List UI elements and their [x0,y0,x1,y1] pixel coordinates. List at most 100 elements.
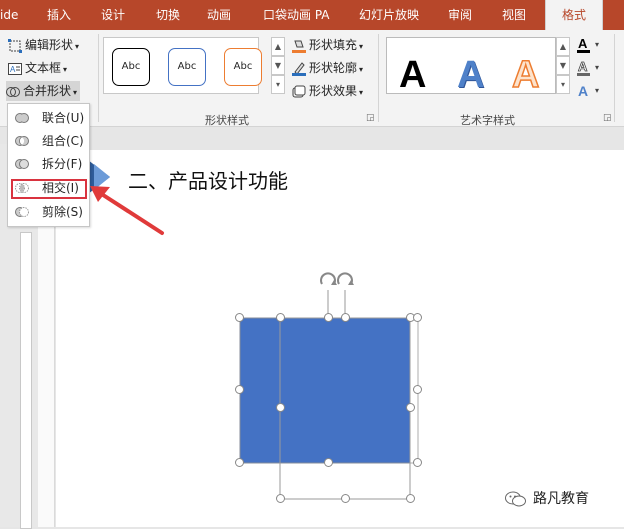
resize-handle[interactable] [406,494,415,503]
menu-item-fragment[interactable]: 拆分(F) [12,154,86,174]
tab-view[interactable]: 视图 [502,0,526,30]
chevron-down-icon: ▾ [359,42,364,51]
edit-shape-icon [8,38,22,53]
shape-styles-group-label: 形状样式 [205,114,249,127]
text-fill-icon: A ▾ [577,36,599,53]
shape-style-gallery[interactable]: Abc Abc Abc [103,37,262,94]
chevron-up-icon: ▲ [274,42,282,51]
shape-style-preset[interactable]: Abc [224,48,262,86]
gallery-more-button[interactable]: ▾ [271,75,285,94]
wechat-icon [505,491,526,507]
wordart-style-gallery[interactable]: A A A [386,37,556,97]
chevron-down-icon: ▾ [359,65,364,74]
resize-handle[interactable] [341,494,350,503]
merge-shapes-button[interactable]: 合并形状 ▾ [6,81,81,101]
resize-handle[interactable] [324,458,333,467]
tab-pocket-animation[interactable]: 口袋动画 PA [263,0,330,30]
shape-outline-button[interactable]: 形状轮廓 ▾ [292,58,363,78]
resize-handle[interactable] [413,458,422,467]
tab-design[interactable]: 设计 [101,0,125,30]
edit-shape-button[interactable]: 编辑形状 ▾ [8,35,79,55]
subtract-icon [15,207,29,217]
gallery-scroll-up[interactable]: ▲ [271,37,285,56]
shape-effects-button[interactable]: 形状效果 ▾ [292,81,363,101]
thumbnail-scrollbar[interactable] [20,232,32,529]
dialog-launcher-icon[interactable]: ◲ [366,113,375,123]
menu-item-subtract[interactable]: 剪除(S) [12,202,86,222]
svg-text:A: A [578,59,588,74]
menu-item-label: 组合(C) [42,134,84,148]
svg-text:▾: ▾ [595,63,599,72]
resize-handle[interactable] [413,385,422,394]
paint-bucket-icon [292,40,306,53]
text-box-icon: A [8,62,22,75]
dialog-launcher-icon[interactable]: ◲ [603,113,612,123]
ribbon-tab-bar: ide 插入 设计 切换 动画 口袋动画 PA 幻灯片放映 审阅 视图 格式 [0,0,624,30]
shape-style-preset[interactable]: Abc [112,48,150,86]
svg-text:A: A [578,83,588,99]
resize-handle[interactable] [276,403,285,412]
horizontal-ruler [0,127,624,144]
tab-insert[interactable]: 插入 [47,0,71,30]
group-divider [98,34,99,122]
chevron-down-icon: ▾ [359,88,364,97]
menu-item-union[interactable]: 联合(U) [12,108,86,128]
chevron-down-icon: ▾ [75,42,80,51]
text-effects-button[interactable]: A ▾ [577,82,607,100]
merge-shapes-menu: 联合(U) 组合(C) 拆分(F) 相交(I) 剪除(S) [7,103,90,227]
svg-text:A: A [10,65,16,74]
ribbon: 编辑形状 ▾ A 文本框 ▾ 合并形状 ▾ Abc Abc Abc ▲ ▼ ▾ 形状填充… [0,30,624,127]
tab-slide-show[interactable]: 幻灯片放映 [359,0,419,30]
wordart-scroll-up[interactable]: ▲ [556,37,570,56]
svg-text:▾: ▾ [595,86,599,95]
text-fill-button[interactable]: A ▾ [577,36,607,54]
chevron-down-icon: ▾ [73,88,78,97]
shape-style-preset[interactable]: Abc [168,48,206,86]
menu-item-label: 剪除(S) [42,205,83,219]
edit-shape-label: 编辑形状 [25,38,74,52]
resize-handle[interactable] [324,313,333,322]
blue-rectangle-shape[interactable] [239,317,411,464]
wordart-more-button[interactable]: ▾ [556,75,570,94]
shape-outline-label: 形状轮廓 [309,61,358,75]
wordart-preset-orange[interactable]: A [511,53,540,97]
shape-fill-button[interactable]: 形状填充 ▾ [292,35,363,55]
menu-item-label: 联合(U) [42,111,85,125]
gallery-scroll-down[interactable]: ▼ [271,56,285,75]
resize-handle[interactable] [235,385,244,394]
merge-shapes-icon [6,86,20,97]
union-icon [15,113,29,123]
text-outline-icon: A ▾ [577,59,599,76]
rotate-icon[interactable] [320,272,354,285]
text-box-label: 文本框 [25,61,62,75]
resize-handle[interactable] [276,494,285,503]
tab-transitions[interactable]: 切换 [156,0,180,30]
resize-handle[interactable] [235,313,244,322]
text-outline-button[interactable]: A ▾ [577,59,607,77]
chevron-down-icon: ▾ [63,65,68,74]
wordart-styles-group-label: 艺术字样式 [460,114,515,127]
tab-format[interactable]: 格式 [545,0,603,30]
group-divider [378,34,379,122]
tab-review[interactable]: 审阅 [448,0,472,30]
watermark-text: 路凡教育 [533,491,589,507]
combine-icon [15,136,29,146]
tab-slideshow-partial[interactable]: ide [0,0,18,30]
resize-handle[interactable] [413,313,422,322]
tab-animations[interactable]: 动画 [207,0,231,30]
wordart-preset-black[interactable]: A [399,53,426,97]
resize-handle[interactable] [341,313,350,322]
menu-item-combine[interactable]: 组合(C) [12,131,86,151]
annotation-arrow [90,186,164,235]
resize-handle[interactable] [235,458,244,467]
selected-shapes[interactable] [230,268,430,508]
menu-item-label: 拆分(F) [42,157,83,171]
fragment-icon [15,159,29,169]
text-box-button[interactable]: A 文本框 ▾ [8,58,67,78]
resize-handle[interactable] [276,313,285,322]
resize-handle[interactable] [406,403,415,412]
wordart-preset-blue[interactable]: A [457,53,484,97]
wordart-scroll-down[interactable]: ▼ [556,56,570,75]
pen-icon [292,61,306,76]
shape-fill-label: 形状填充 [309,38,358,52]
